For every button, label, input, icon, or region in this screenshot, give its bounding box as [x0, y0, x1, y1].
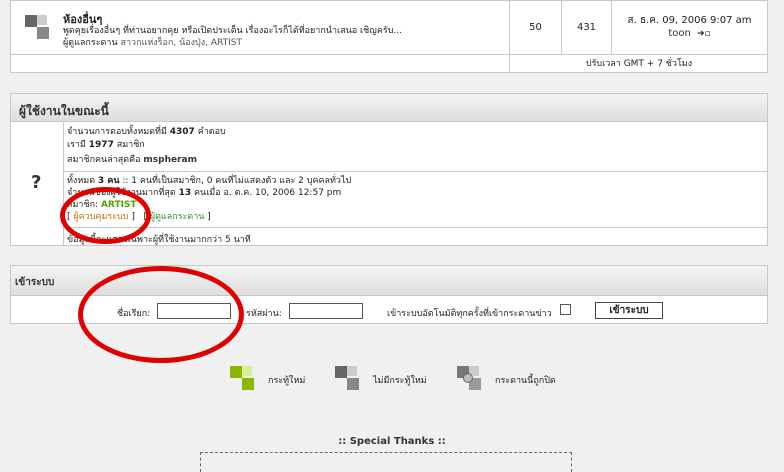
- newest-member-line: สมาชิกคนล่าสุดคือ mspheram: [67, 155, 197, 165]
- forum-folder-icon: [25, 15, 51, 41]
- stats-block: จำนวนการตอบทั้งหมดที่มี 4307 คำตอบ เรามี…: [63, 122, 767, 172]
- no-new-posts-icon: [335, 366, 361, 392]
- whos-online-icon-cell: ?: [11, 122, 64, 245]
- whos-online-panel: ผู้ใช้งานในขณะนี้ ? จำนวนการตอบทั้งหมดที…: [10, 93, 768, 246]
- online-footer-note: ข้อมูลนี้จะแสดงเฉพาะผู้ที่ใช้งานมากกว่า …: [67, 235, 251, 245]
- whos-online-header: ผู้ใช้งานในขณะนี้: [11, 94, 767, 122]
- last-post-date: ส. ธ.ค. 09, 2006 9:07 am: [627, 15, 752, 26]
- legend-line: [ ผู้ควบคุมระบบ ] [ ผู้ดูแลกระดาน ]: [67, 212, 211, 222]
- goto-last-post-icon[interactable]: ➜▫: [697, 28, 711, 41]
- moderators-links[interactable]: สาวกแห่งร็อก, น้องปุ่ง, ARTIST: [120, 38, 242, 48]
- online-count-line: ทั้งหมด 3 คน :: 1 คนที่เป็นสมาชิก, 0 คนท…: [67, 176, 352, 186]
- timezone-row: ปรับเวลา GMT + 7 ชั่วโมง: [509, 54, 768, 72]
- last-post-cell: ส. ธ.ค. 09, 2006 9:07 am toon ➜▫: [611, 1, 767, 54]
- forum-row-table: ห้องอื่นๆ พูดคุยเรื่องอื่นๆ ที่ท่านอยากค…: [10, 0, 768, 73]
- newest-member-link[interactable]: mspheram: [143, 155, 197, 165]
- username-input[interactable]: [157, 303, 231, 319]
- special-thanks-title: :: Special Thanks ::: [338, 436, 446, 447]
- question-mark-icon: ?: [31, 172, 42, 193]
- last-post-user[interactable]: toon: [668, 28, 691, 39]
- last-post-user-line: toon ➜▫: [668, 27, 710, 41]
- login-button[interactable]: เข้าระบบ: [595, 302, 663, 319]
- lock-icon: [463, 373, 473, 383]
- locked-forum-icon: [457, 366, 483, 392]
- online-members-line: สมาชิก: ARTIST: [67, 200, 137, 210]
- forum-moderators: ผู้ดูแลกระดาน สาวกแห่งร็อก, น้องปุ่ง, AR…: [63, 35, 242, 49]
- autologin-label: เข้าระบบอัตโนมัติทุกครั้งที่เข้ากระดานข่…: [387, 309, 552, 319]
- members-line: เรามี 1977 สมาชิก: [67, 140, 145, 150]
- total-posts-line: จำนวนการตอบทั้งหมดที่มี 4307 คำตอบ: [67, 127, 226, 137]
- password-label: รหัสผ่าน:: [246, 309, 282, 319]
- timezone-note: ปรับเวลา GMT + 7 ชั่วโมง: [585, 59, 693, 69]
- online-member-artist[interactable]: ARTIST: [101, 200, 137, 210]
- online-users-block: ทั้งหมด 3 คน :: 1 คนที่เป็นสมาชิก, 0 คนท…: [63, 172, 767, 228]
- password-input[interactable]: [289, 303, 363, 319]
- new-posts-icon: [230, 366, 256, 392]
- locked-label: กระดานนี้ถูกปิด: [495, 376, 556, 386]
- new-posts-label: กระทู้ใหม่: [268, 376, 306, 386]
- login-header: เข้าระบบ: [11, 266, 767, 296]
- special-thanks-box: [200, 452, 572, 472]
- login-panel: เข้าระบบ ชื่อเรียก: รหัสผ่าน: เข้าระบบอั…: [10, 265, 768, 324]
- no-new-posts-label: ไม่มีกระทู้ใหม่: [373, 376, 427, 386]
- moderators-label: ผู้ดูแลกระดาน: [63, 38, 118, 48]
- legend-mod-link[interactable]: ผู้ดูแลกระดาน: [150, 212, 205, 222]
- record-line: จำนวนของผู้ใช้งานมากที่สุด 13 คนเมื่อ อ.…: [67, 188, 342, 198]
- topics-count: 50: [509, 1, 561, 54]
- posts-count: 431: [561, 1, 611, 54]
- forum-row: ห้องอื่นๆ พูดคุยเรื่องอื่นๆ ที่ท่านอยากค…: [11, 1, 767, 55]
- username-label: ชื่อเรียก:: [117, 309, 151, 319]
- legend-admin-link[interactable]: ผู้ควบคุมระบบ: [73, 212, 128, 222]
- autologin-checkbox[interactable]: [560, 304, 571, 315]
